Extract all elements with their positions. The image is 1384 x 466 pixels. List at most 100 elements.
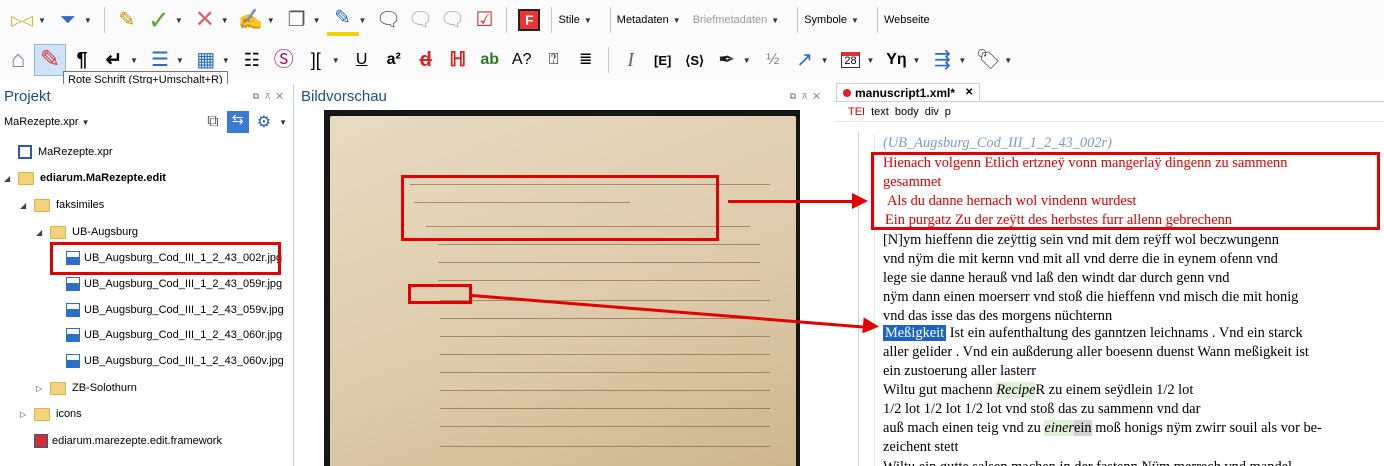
project-selector[interactable]: MaRezepte.xpr ▼ bbox=[4, 116, 96, 128]
y-eta-icon[interactable]: Yη bbox=[880, 44, 912, 76]
menu-metadaten[interactable]: Metadaten ▼ bbox=[617, 14, 687, 26]
dropdown-arrow-icon[interactable]: ▼ bbox=[359, 16, 367, 25]
framework-f-icon[interactable]: F bbox=[513, 4, 545, 36]
manage-comments-icon[interactable]: ☑ bbox=[468, 4, 500, 36]
underline-icon[interactable]: U bbox=[346, 44, 378, 76]
deletion-icon[interactable]: d bbox=[410, 44, 442, 76]
hi-deletion-icon[interactable]: ℍ bbox=[442, 44, 474, 76]
modified-dot-icon bbox=[843, 88, 851, 97]
comment-edit-icon[interactable]: ✍ bbox=[235, 4, 267, 36]
menu-webseite[interactable]: Webseite bbox=[884, 14, 930, 26]
tree-item[interactable]: UB_Augsburg_Cod_III_1_2_43_059r.jpg bbox=[52, 272, 282, 296]
add-comment-icon[interactable]: 🗨 bbox=[372, 4, 404, 36]
dropdown-arrow-icon[interactable]: ▼ bbox=[313, 16, 321, 25]
dropdown-arrow-icon[interactable]: ▼ bbox=[267, 16, 275, 25]
tree-item[interactable]: UB_Augsburg_Cod_III_1_2_43_060v.jpg bbox=[52, 349, 284, 373]
toolbar-separator bbox=[876, 7, 878, 33]
dropdown-arrow-icon[interactable]: ▼ bbox=[867, 56, 875, 65]
gap-icon[interactable]: ⍰ bbox=[538, 44, 570, 76]
expand-arrow-icon[interactable]: ◢ bbox=[4, 174, 18, 183]
fraction-icon[interactable]: ½ bbox=[757, 44, 789, 76]
manuscript-page bbox=[330, 116, 796, 466]
red-pen-icon[interactable]: ✎ bbox=[34, 44, 66, 76]
panel-pin-icons[interactable]: ⧉⊼✕ bbox=[790, 91, 830, 102]
abbreviation-icon[interactable]: ab bbox=[474, 44, 506, 76]
editor-line: zeichent stett bbox=[883, 439, 959, 455]
close-icon[interactable]: ✕ bbox=[965, 87, 973, 98]
dropdown-arrow-icon[interactable]: ▼ bbox=[221, 16, 229, 25]
settings-icon[interactable]: ⚙ bbox=[257, 112, 271, 132]
menu-briefmetadaten[interactable]: Briefmetadaten ▼ bbox=[693, 14, 786, 26]
choice-markup[interactable]: ein bbox=[1074, 420, 1092, 436]
bracket-icon[interactable]: ][ bbox=[300, 44, 332, 76]
choice-markup[interactable]: einer bbox=[1044, 420, 1075, 436]
breadcrumb-item[interactable]: text bbox=[871, 106, 889, 118]
expand-arrow-icon[interactable]: ▷ bbox=[20, 410, 34, 419]
remove-comment-icon[interactable]: 🗨 bbox=[436, 4, 468, 36]
editor-line: 1/2 lot 1/2 lot 1/2 lot vnd stoß das zu … bbox=[883, 401, 1201, 417]
menu-stile[interactable]: Stile ▼ bbox=[558, 14, 597, 26]
chevron-down-icon[interactable]: ▼ bbox=[279, 118, 287, 127]
filter-icon[interactable]: ⏷ bbox=[52, 4, 84, 36]
tree-item[interactable]: UB_Augsburg_Cod_III_1_2_43_059v.jpg bbox=[52, 298, 284, 322]
selected-word[interactable]: Meßigkeit bbox=[883, 325, 947, 341]
dropdown-arrow-icon[interactable]: ▼ bbox=[176, 56, 184, 65]
copy-icon[interactable]: ❐ bbox=[281, 4, 313, 36]
sic-brackets-icon[interactable]: ⟨S⟩ bbox=[679, 44, 711, 76]
dropdown-arrow-icon[interactable]: ▼ bbox=[912, 56, 920, 65]
manuscript-image[interactable] bbox=[324, 110, 800, 466]
panel-pin-icons[interactable]: ⧉⊼✕ bbox=[253, 91, 293, 102]
link-with-editor-icon[interactable]: ⇆ bbox=[226, 111, 249, 133]
tree-item[interactable]: ▷ icons bbox=[20, 402, 82, 426]
collapse-all-icon[interactable]: ⧉ bbox=[207, 113, 218, 131]
tag-icon[interactable]: 🏷 bbox=[972, 44, 1004, 76]
dropdown-arrow-icon[interactable]: ▼ bbox=[84, 16, 92, 25]
chevron-down-icon: ▼ bbox=[583, 15, 592, 25]
dropdown-arrow-icon[interactable]: ▼ bbox=[175, 16, 183, 25]
expand-arrow-icon[interactable]: ▷ bbox=[36, 384, 50, 393]
arrow-up-right-icon[interactable]: ↗ bbox=[789, 44, 821, 76]
indent-icon[interactable]: ⇶ bbox=[926, 44, 958, 76]
tree-item[interactable]: ◢ faksimiles bbox=[20, 193, 104, 217]
paragraph-mark-icon[interactable]: ☷ bbox=[236, 44, 268, 76]
basket-icon[interactable]: ⌂ bbox=[2, 44, 34, 76]
italic-icon[interactable]: I bbox=[615, 44, 647, 76]
unclear-icon[interactable]: A? bbox=[506, 44, 538, 76]
dropdown-arrow-icon[interactable]: ▼ bbox=[130, 56, 138, 65]
chevron-down-icon: ▼ bbox=[851, 15, 859, 25]
tab-manuscript[interactable]: manuscript1.xml* ✕ bbox=[836, 83, 981, 101]
expand-arrow-icon[interactable]: ◢ bbox=[36, 228, 50, 237]
dropdown-arrow-icon[interactable]: ▼ bbox=[38, 16, 46, 25]
superscript-icon[interactable]: a² bbox=[378, 44, 410, 76]
edit-comment-icon[interactable]: 🗨 bbox=[404, 4, 436, 36]
breadcrumb-item[interactable]: body bbox=[895, 106, 919, 118]
edit-document-icon[interactable]: ✎ bbox=[111, 4, 143, 36]
dropdown-arrow-icon[interactable]: ▼ bbox=[821, 56, 829, 65]
strikeout-icon[interactable]: Ⓢ bbox=[268, 44, 300, 76]
supplied-icon[interactable]: ≣ bbox=[570, 44, 602, 76]
signature-pen-icon[interactable]: ✒ bbox=[711, 44, 743, 76]
tree-item[interactable]: ◢ ediarum.MaRezepte.edit bbox=[4, 166, 166, 190]
tree-item[interactable]: ▷ ZB-Solothurn bbox=[36, 376, 137, 400]
dropdown-arrow-icon[interactable]: ▼ bbox=[1004, 56, 1012, 65]
dropdown-arrow-icon[interactable]: ▼ bbox=[743, 56, 751, 65]
expand-arrow-icon[interactable]: ◢ bbox=[20, 201, 34, 210]
tree-item[interactable]: UB_Augsburg_Cod_III_1_2_43_060r.jpg bbox=[52, 323, 282, 347]
recipe-markup[interactable]: Recipe bbox=[996, 382, 1036, 398]
reject-icon[interactable]: ✕ bbox=[189, 4, 221, 36]
transitions-icon[interactable]: ▷◁ bbox=[6, 4, 38, 36]
menu-symbole[interactable]: Symbole ▼ bbox=[804, 14, 865, 26]
breadcrumb-item[interactable]: TEI bbox=[848, 106, 865, 118]
accept-icon[interactable]: ✓ bbox=[143, 4, 175, 36]
tree-item[interactable]: ediarum.marezepte.edit.framework bbox=[20, 429, 222, 453]
tree-item[interactable]: ◢ UB-Augsburg bbox=[36, 220, 138, 244]
breadcrumb-item[interactable]: div bbox=[925, 106, 939, 118]
page-number-icon[interactable]: 28 bbox=[835, 44, 867, 76]
dropdown-arrow-icon[interactable]: ▼ bbox=[332, 56, 340, 65]
dropdown-arrow-icon[interactable]: ▼ bbox=[958, 56, 966, 65]
dropdown-arrow-icon[interactable]: ▼ bbox=[222, 56, 230, 65]
tree-item[interactable]: MaRezepte.xpr bbox=[4, 140, 113, 164]
highlight-icon[interactable]: ✎ bbox=[326, 4, 359, 36]
breadcrumb-item[interactable]: p bbox=[945, 106, 951, 118]
editorial-brackets-icon[interactable]: [E] bbox=[647, 44, 679, 76]
